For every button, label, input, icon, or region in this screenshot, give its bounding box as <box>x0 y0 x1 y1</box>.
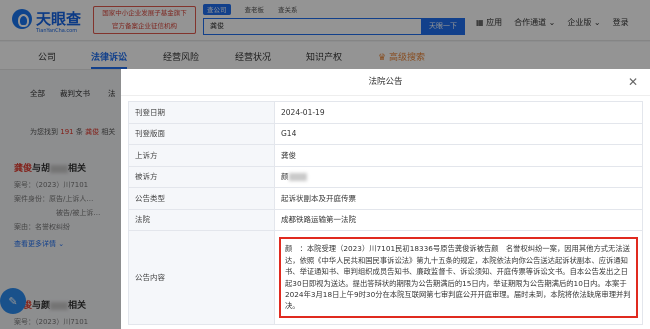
dialog-title-text: 法院公告 <box>368 77 403 87</box>
table-row: 法院 成都铁路运输第一法院 <box>128 208 643 231</box>
notice-table: 刊登日期 2024-01-19 刊登版面 G14 上诉方 龚俊 被诉方 颜 公告… <box>128 101 643 325</box>
row-value: 颜 <box>274 165 643 188</box>
row-label: 刊登版面 <box>128 122 275 145</box>
court-notice-dialog: 法院公告 ✕ 刊登日期 2024-01-19 刊登版面 G14 上诉方 龚俊 被… <box>121 69 650 329</box>
row-label: 公告类型 <box>128 187 275 210</box>
row-value: 起诉状副本及开庭传票 <box>274 187 643 210</box>
notice-content: 颜 ：本院受理（2023）川7101民初18336号原告龚俊诉被告颜 名誉权纠纷… <box>279 237 638 318</box>
row-value: G14 <box>274 122 643 145</box>
table-row: 被诉方 颜 <box>128 165 643 188</box>
row-value: 龚俊 <box>274 144 643 167</box>
row-value: 颜 ：本院受理（2023）川7101民初18336号原告龚俊诉被告颜 名誉权纠纷… <box>274 230 643 325</box>
redacted-name <box>288 173 307 182</box>
dialog-title: 法院公告 ✕ <box>121 69 650 96</box>
row-label: 被诉方 <box>128 165 275 188</box>
table-row: 刊登日期 2024-01-19 <box>128 101 643 124</box>
row-label: 刊登日期 <box>128 101 275 124</box>
row-label: 公告内容 <box>128 230 275 325</box>
table-row: 刊登版面 G14 <box>128 122 643 145</box>
row-value: 2024-01-19 <box>274 101 643 124</box>
close-icon[interactable]: ✕ <box>628 69 638 96</box>
defendant-name: 颜 <box>281 172 289 182</box>
row-value: 成都铁路运输第一法院 <box>274 208 643 231</box>
row-label: 法院 <box>128 208 275 231</box>
table-row: 公告类型 起诉状副本及开庭传票 <box>128 187 643 210</box>
table-row: 上诉方 龚俊 <box>128 144 643 167</box>
table-row: 公告内容 颜 ：本院受理（2023）川7101民初18336号原告龚俊诉被告颜 … <box>128 230 643 325</box>
row-label: 上诉方 <box>128 144 275 167</box>
